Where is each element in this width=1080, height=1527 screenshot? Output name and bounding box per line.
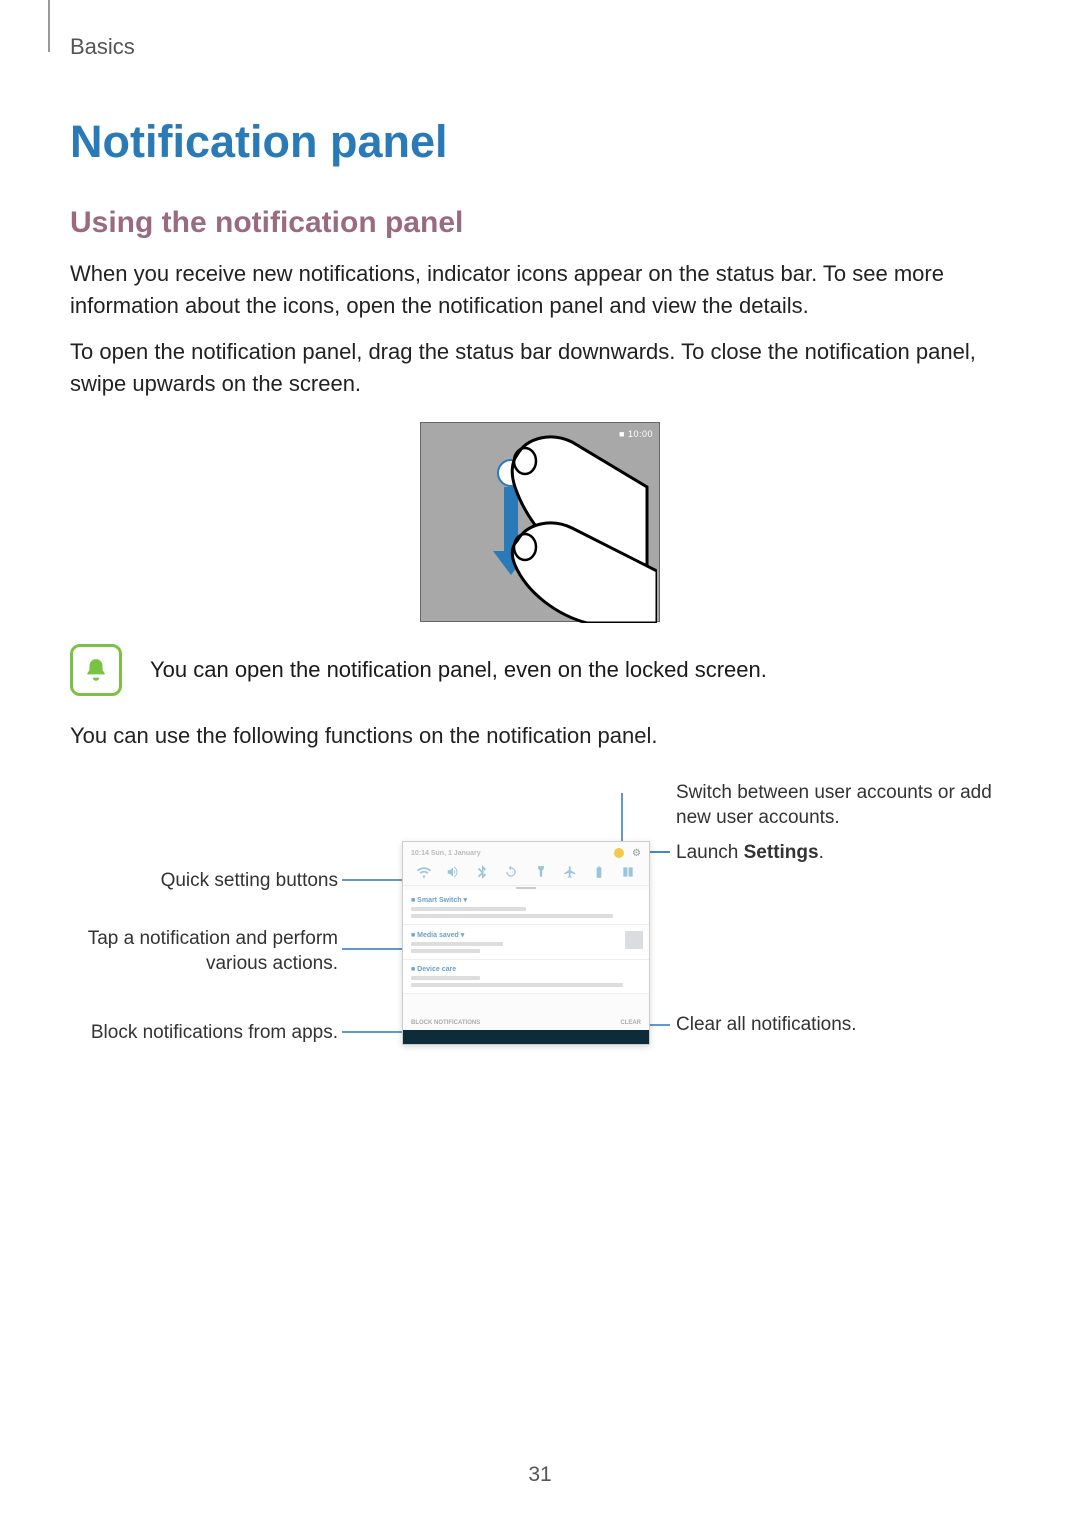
notification-item: ■ Media saved ▾ [403,925,649,960]
page-content: Basics Notification panel Using the noti… [70,34,1010,1101]
callout-launch-settings: Launch Settings. [676,841,1006,866]
page-number: 31 [0,1463,1080,1487]
page-title: Notification panel [70,116,1010,168]
notification-item: ■ Smart Switch ▾ [403,890,649,925]
gear-icon: ⚙ [632,848,641,859]
rotate-icon [504,865,518,879]
block-notifications-label: BLOCK NOTIFICATIONS [411,1020,480,1026]
wifi-icon [417,865,431,879]
callout-quick-settings: Quick setting buttons [78,869,338,894]
battery-icon [592,865,606,879]
tip-note: You can open the notification panel, eve… [70,644,1010,696]
nav-bar [403,1030,649,1044]
callout-block-notifications: Block notifications from apps. [78,1021,338,1046]
hand-icon [507,513,657,623]
section-heading: Using the notification panel [70,206,1010,240]
flashlight-icon [534,865,548,879]
callout-tap-notification: Tap a notification and perform various a… [78,927,338,976]
callout-switch-users: Switch between user accounts or add new … [676,781,1006,830]
clear-all-label: CLEAR [620,1020,641,1026]
reading-icon [621,865,635,879]
breadcrumb: Basics [70,34,1010,60]
paragraph: You can use the following functions on t… [70,720,1010,752]
gesture-illustration: ■ 10:00 [420,422,660,622]
paragraph: To open the notification panel, drag the… [70,336,1010,400]
callout-clear-all: Clear all notifications. [676,1013,1006,1038]
annotated-diagram: Quick setting buttons Tap a notification… [70,781,1010,1101]
tip-text: You can open the notification panel, eve… [150,657,767,683]
sound-icon [446,865,460,879]
bell-icon [70,644,122,696]
panel-date: 10:14 Sun, 1 January [411,850,481,857]
notification-panel-screenshot: 10:14 Sun, 1 January ⚙ ■ Smart Switch ▾ [402,841,650,1045]
bluetooth-icon [475,865,489,879]
page-margin-marker [48,0,50,52]
user-account-icon [614,848,624,858]
airplane-icon [563,865,577,879]
notification-item: ■ Device care [403,960,649,994]
quick-settings-row [403,861,649,886]
paragraph: When you receive new notifications, indi… [70,258,1010,322]
